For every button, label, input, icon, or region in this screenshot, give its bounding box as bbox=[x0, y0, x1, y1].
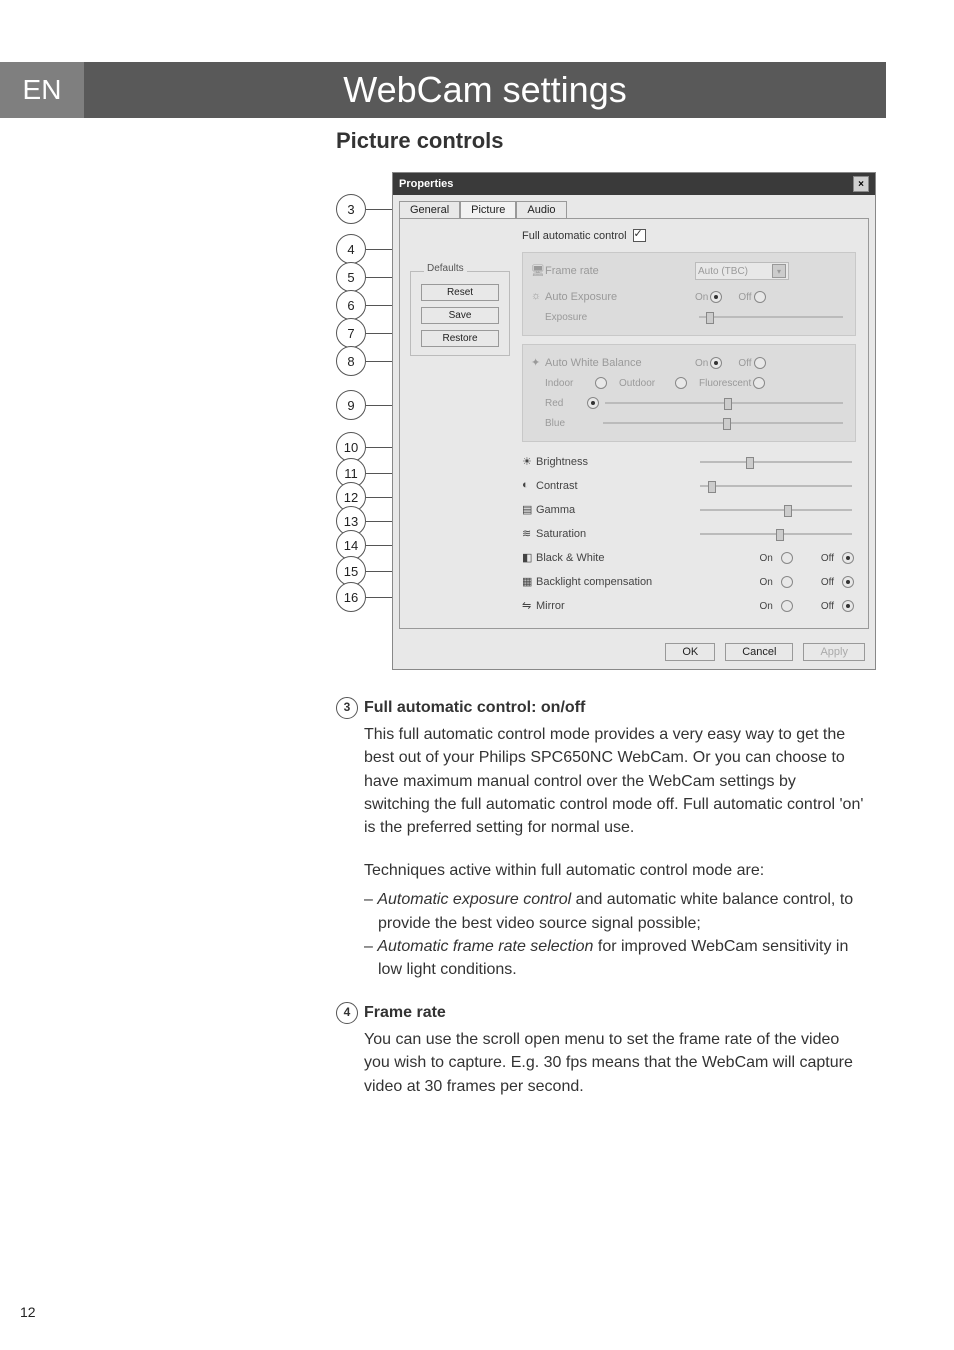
chevron-down-icon: ▾ bbox=[772, 264, 786, 278]
dialog-title: Properties bbox=[399, 178, 453, 190]
ae-off-radio[interactable] bbox=[754, 291, 766, 303]
callout-8: 8 bbox=[336, 346, 366, 376]
saturation-label: Saturation bbox=[536, 528, 696, 540]
mirror-on-radio[interactable] bbox=[781, 600, 793, 612]
outdoor-radio[interactable] bbox=[675, 377, 687, 389]
item-3-marker: 3 bbox=[336, 697, 358, 719]
properties-dialog: Properties × General Picture Audio Defau… bbox=[392, 172, 876, 670]
callout-4: 4 bbox=[336, 234, 366, 264]
ae-on-label: On bbox=[695, 292, 708, 303]
tab-picture[interactable]: Picture bbox=[460, 201, 516, 218]
awb-label: Auto White Balance bbox=[545, 357, 695, 369]
awb-on-label: On bbox=[695, 358, 708, 369]
bw-label: Black & White bbox=[536, 552, 696, 564]
brightness-icon: ☀ bbox=[522, 455, 536, 469]
tech-2: – Automatic frame rate selection for imp… bbox=[364, 935, 866, 981]
bl-off-radio[interactable] bbox=[842, 576, 854, 588]
exposure-icon: ☼ bbox=[531, 290, 545, 304]
contrast-label: Contrast bbox=[536, 480, 696, 492]
mirror-off-radio[interactable] bbox=[842, 600, 854, 612]
save-button[interactable]: Save bbox=[421, 307, 499, 324]
awb-off-label: Off bbox=[738, 358, 751, 369]
brightness-slider[interactable] bbox=[700, 461, 852, 463]
mirror-off-label: Off bbox=[821, 601, 834, 612]
callout-3: 3 bbox=[336, 194, 366, 224]
gamma-slider[interactable] bbox=[700, 509, 852, 511]
fluorescent-radio[interactable] bbox=[753, 377, 765, 389]
awb-off-radio[interactable] bbox=[754, 357, 766, 369]
bw-on-label: On bbox=[760, 553, 773, 564]
gamma-icon: ▤ bbox=[522, 503, 536, 517]
indoor-radio[interactable] bbox=[595, 377, 607, 389]
red-slider[interactable] bbox=[605, 402, 843, 404]
mirror-icon: ⇋ bbox=[522, 599, 536, 613]
bw-off-radio[interactable] bbox=[842, 552, 854, 564]
mirror-label: Mirror bbox=[536, 600, 696, 612]
section-title: Picture controls bbox=[336, 128, 503, 154]
outdoor-label: Outdoor bbox=[619, 378, 673, 389]
tab-audio[interactable]: Audio bbox=[516, 201, 566, 218]
callout-9: 9 bbox=[336, 390, 366, 420]
blue-label: Blue bbox=[545, 418, 585, 429]
cancel-button[interactable]: Cancel bbox=[725, 643, 793, 661]
saturation-slider[interactable] bbox=[700, 533, 852, 535]
callout-5: 5 bbox=[336, 262, 366, 292]
exposure-slider[interactable] bbox=[699, 316, 843, 318]
red-radio[interactable] bbox=[587, 397, 599, 409]
bl-off-label: Off bbox=[821, 577, 834, 588]
red-label: Red bbox=[545, 398, 585, 409]
blue-slider[interactable] bbox=[603, 422, 843, 424]
close-icon[interactable]: × bbox=[853, 176, 869, 192]
restore-button[interactable]: Restore bbox=[421, 330, 499, 347]
ae-off-label: Off bbox=[738, 292, 751, 303]
bl-on-label: On bbox=[760, 577, 773, 588]
indoor-label: Indoor bbox=[545, 378, 593, 389]
page-number: 12 bbox=[20, 1304, 36, 1320]
backlight-icon: ▦ bbox=[522, 575, 536, 589]
mirror-on-label: On bbox=[760, 601, 773, 612]
defaults-group: Defaults Reset Save Restore bbox=[410, 271, 510, 356]
ae-on-radio[interactable] bbox=[710, 291, 722, 303]
gamma-label: Gamma bbox=[536, 504, 696, 516]
item3-body: This full automatic control mode provide… bbox=[364, 723, 866, 839]
backlight-label: Backlight compensation bbox=[536, 576, 696, 588]
callout-7: 7 bbox=[336, 318, 366, 348]
frame-rate-dropdown[interactable]: Auto (TBC) ▾ bbox=[695, 262, 789, 280]
bw-off-label: Off bbox=[821, 553, 834, 564]
ok-button[interactable]: OK bbox=[665, 643, 715, 661]
frame-rate-value: Auto (TBC) bbox=[698, 266, 748, 277]
body-text: 3 Full automatic control: on/off This ful… bbox=[336, 696, 866, 1118]
language-tab: EN bbox=[0, 62, 84, 118]
exposure-label: Exposure bbox=[545, 312, 695, 323]
bw-icon: ◧ bbox=[522, 551, 536, 565]
reset-button[interactable]: Reset bbox=[421, 284, 499, 301]
fluorescent-label: Fluorescent bbox=[699, 378, 751, 389]
brightness-label: Brightness bbox=[536, 456, 696, 468]
auto-exposure-label: Auto Exposure bbox=[545, 291, 695, 303]
frame-rate-label: Frame rate bbox=[545, 265, 695, 277]
item3-heading: Full automatic control: on/off bbox=[364, 699, 585, 716]
callout-6: 6 bbox=[336, 290, 366, 320]
frame-rate-icon: 🖥 bbox=[531, 264, 545, 278]
callout-16: 16 bbox=[336, 582, 366, 612]
defaults-legend: Defaults bbox=[424, 263, 467, 274]
contrast-slider[interactable] bbox=[700, 485, 852, 487]
bl-on-radio[interactable] bbox=[781, 576, 793, 588]
contrast-icon: ◐ bbox=[522, 479, 536, 493]
full-auto-label: Full automatic control bbox=[522, 230, 627, 242]
full-auto-checkbox[interactable] bbox=[633, 229, 646, 242]
saturation-icon: ≋ bbox=[522, 527, 536, 541]
item-4-marker: 4 bbox=[336, 1002, 358, 1024]
item3-techs-intro: Techniques active within full automatic … bbox=[364, 859, 866, 882]
bw-on-radio[interactable] bbox=[781, 552, 793, 564]
item4-heading: Frame rate bbox=[364, 1004, 446, 1021]
tab-general[interactable]: General bbox=[399, 201, 460, 218]
awb-on-radio[interactable] bbox=[710, 357, 722, 369]
wb-icon: ✦ bbox=[531, 356, 545, 370]
item4-body: You can use the scroll open menu to set … bbox=[364, 1028, 866, 1098]
chapter-title: WebCam settings bbox=[84, 62, 886, 118]
apply-button[interactable]: Apply bbox=[803, 643, 865, 661]
tech-1: – Automatic exposure control and automat… bbox=[364, 888, 866, 934]
